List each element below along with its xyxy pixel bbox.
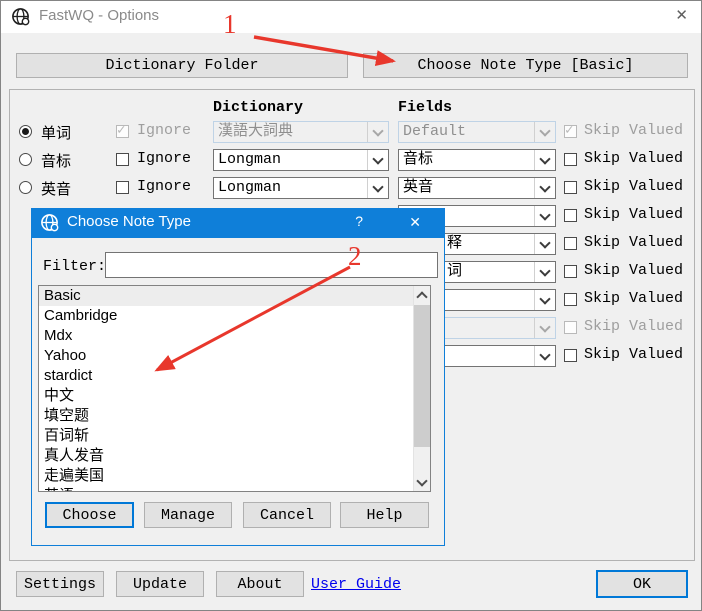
manage-button[interactable]: Manage [144, 502, 232, 528]
skip-valued-label: Skip Valued [584, 346, 683, 363]
settings-button[interactable]: Settings [16, 571, 104, 597]
skip-valued-label: Skip Valued [584, 122, 683, 139]
list-item[interactable]: 中文 [39, 386, 430, 406]
skip-valued-label: Skip Valued [584, 318, 683, 335]
skip-valued-label: Skip Valued [584, 150, 683, 167]
chevron-down-icon[interactable] [534, 206, 555, 226]
list-item[interactable]: Basic [39, 286, 430, 306]
skip-valued-checkbox[interactable] [564, 293, 577, 306]
list-item[interactable]: 百词斩 [39, 426, 430, 446]
chevron-down-icon[interactable] [367, 178, 388, 198]
filter-input[interactable] [105, 252, 438, 278]
ignore-label: Ignore [137, 150, 191, 167]
about-button[interactable]: About [216, 571, 304, 597]
choose-button[interactable]: Choose [45, 502, 134, 528]
chevron-down-icon [367, 122, 388, 142]
dictionary-combobox: 漢語大詞典 [213, 121, 389, 143]
skip-valued-checkbox[interactable] [564, 181, 577, 194]
dialog-titlebar: Choose Note Type ? ✕ [31, 208, 445, 238]
scroll-down-icon[interactable] [414, 474, 430, 491]
choose-note-type-dialog: Choose Note Type ? ✕ Filter: Basic Cambr… [31, 208, 445, 546]
dialog-help-icon[interactable]: ? [355, 213, 363, 229]
skip-valued-label: Skip Valued [584, 234, 683, 251]
window-close-icon[interactable]: ✕ [675, 8, 688, 24]
chevron-down-icon [534, 122, 555, 142]
chevron-down-icon[interactable] [534, 262, 555, 282]
scrollbar-thumb[interactable] [414, 305, 430, 447]
fastwq-options-window: FastWQ - Options ✕ Dictionary Folder Cho… [0, 0, 702, 611]
skip-valued-checkbox [564, 321, 577, 334]
skip-valued-label: Skip Valued [584, 290, 683, 307]
dictionary-folder-button[interactable]: Dictionary Folder [16, 53, 348, 78]
list-item[interactable]: Mdx [39, 326, 430, 346]
list-item[interactable]: 填空题 [39, 406, 430, 426]
skip-valued-checkbox[interactable] [564, 237, 577, 250]
dialog-close-icon[interactable]: ✕ [409, 214, 421, 231]
cancel-button[interactable]: Cancel [243, 502, 331, 528]
word-radio[interactable] [19, 153, 32, 166]
ignore-checkbox[interactable] [116, 153, 129, 166]
dialog-globe-icon [40, 213, 60, 233]
choose-note-type-button[interactable]: Choose Note Type [Basic] [363, 53, 688, 78]
ignore-checkbox[interactable] [116, 181, 129, 194]
fields-combobox: Default [398, 121, 556, 143]
ignore-checkbox [116, 125, 129, 138]
chevron-down-icon[interactable] [534, 150, 555, 170]
chevron-down-icon[interactable] [534, 234, 555, 254]
row-word-label: 英音 [41, 178, 71, 199]
ok-button[interactable]: OK [596, 570, 688, 598]
filter-label: Filter: [43, 258, 106, 275]
row-word-label: 音标 [41, 150, 71, 171]
skip-valued-label: Skip Valued [584, 262, 683, 279]
chevron-down-icon[interactable] [534, 178, 555, 198]
chevron-down-icon[interactable] [534, 290, 555, 310]
ignore-label: Ignore [137, 178, 191, 195]
list-scrollbar[interactable] [413, 286, 430, 491]
user-guide-link[interactable]: User Guide [311, 576, 401, 593]
list-item[interactable]: 真人发音 [39, 446, 430, 466]
list-item[interactable]: Cambridge [39, 306, 430, 326]
table-row: 英音 Ignore Longman 英音 Skip Valued [1, 174, 702, 202]
fields-combobox[interactable]: 音标 [398, 149, 556, 171]
help-button[interactable]: Help [340, 502, 429, 528]
fastwq-globe-icon [11, 7, 31, 27]
window-titlebar: FastWQ - Options ✕ [1, 1, 701, 33]
skip-valued-checkbox[interactable] [564, 349, 577, 362]
chevron-down-icon[interactable] [367, 150, 388, 170]
list-item[interactable]: 走遍美国 [39, 466, 430, 486]
dialog-title: Choose Note Type [67, 213, 191, 230]
chevron-down-icon [534, 318, 555, 338]
word-radio[interactable] [19, 181, 32, 194]
fields-combobox[interactable]: 英音 [398, 177, 556, 199]
list-item[interactable]: stardict [39, 366, 430, 386]
dictionary-column-header: Dictionary [213, 99, 303, 116]
dictionary-combobox[interactable]: Longman [213, 149, 389, 171]
window-title: FastWQ - Options [39, 7, 159, 24]
skip-valued-checkbox[interactable] [564, 265, 577, 278]
chevron-down-icon[interactable] [534, 346, 555, 366]
ignore-label: Ignore [137, 122, 191, 139]
skip-valued-checkbox [564, 125, 577, 138]
dictionary-combobox[interactable]: Longman [213, 177, 389, 199]
list-item[interactable]: 英语 [39, 486, 430, 492]
table-row: 单词 Ignore 漢語大詞典 Default Skip Valued [1, 118, 702, 146]
word-radio[interactable] [19, 125, 32, 138]
fields-column-header: Fields [398, 99, 452, 116]
skip-valued-checkbox[interactable] [564, 153, 577, 166]
list-item[interactable]: Yahoo [39, 346, 430, 366]
row-word-label: 单词 [41, 122, 71, 143]
skip-valued-label: Skip Valued [584, 178, 683, 195]
update-button[interactable]: Update [116, 571, 204, 597]
table-row: 音标 Ignore Longman 音标 Skip Valued [1, 146, 702, 174]
skip-valued-checkbox[interactable] [564, 209, 577, 222]
note-type-list: Basic Cambridge Mdx Yahoo stardict 中文 填空… [38, 285, 431, 492]
skip-valued-label: Skip Valued [584, 206, 683, 223]
scroll-up-icon[interactable] [414, 286, 430, 303]
